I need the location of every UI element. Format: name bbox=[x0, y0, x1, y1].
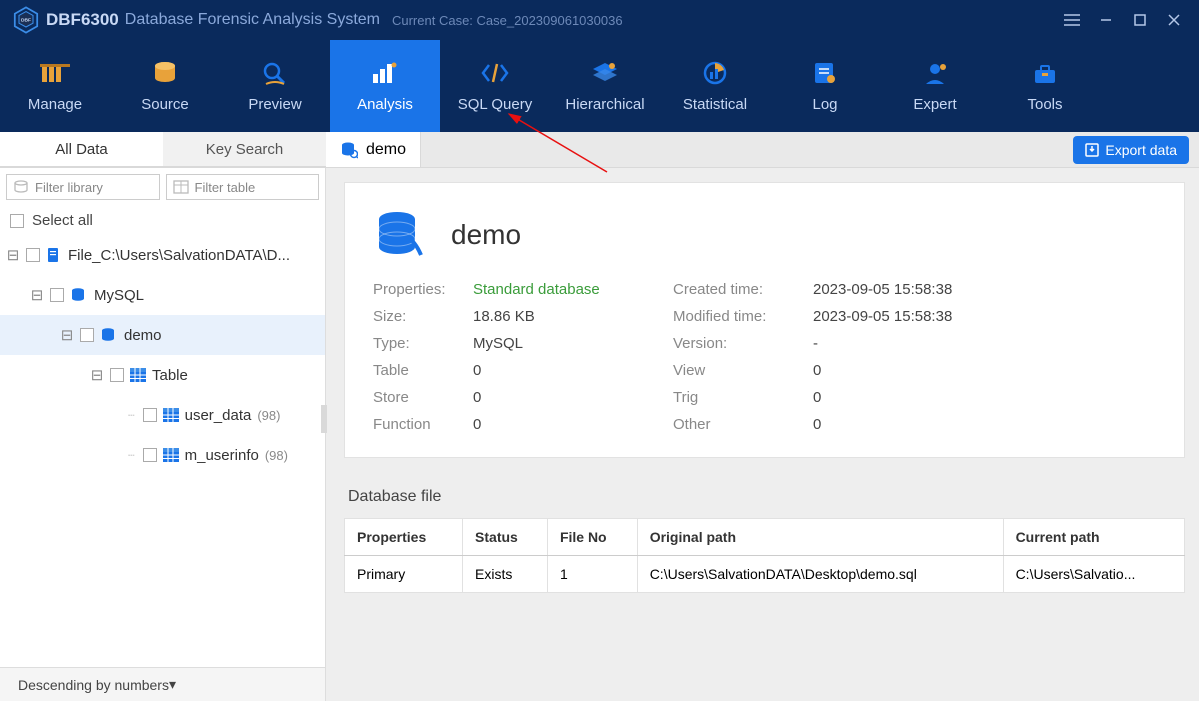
main-content: demo Properties:Standard database Create… bbox=[326, 168, 1199, 701]
checkbox[interactable] bbox=[26, 248, 40, 262]
hamburger-icon[interactable] bbox=[1055, 5, 1089, 35]
filter-library-input[interactable]: Filter library bbox=[6, 174, 160, 200]
table-icon bbox=[130, 368, 146, 382]
maximize-button[interactable] bbox=[1123, 5, 1157, 35]
checkbox[interactable] bbox=[80, 328, 94, 342]
tool-log[interactable]: Log bbox=[770, 40, 880, 132]
sort-dropdown[interactable]: Descending by numbers▾ bbox=[0, 667, 325, 701]
db-info-card: demo Properties:Standard database Create… bbox=[344, 182, 1185, 458]
svg-text:DBF: DBF bbox=[21, 17, 31, 23]
splitter-handle[interactable] bbox=[321, 405, 327, 433]
doctab-label: demo bbox=[366, 141, 406, 159]
database-icon bbox=[100, 327, 118, 343]
tool-tools[interactable]: Tools bbox=[990, 40, 1100, 132]
chevron-down-icon: ▾ bbox=[169, 676, 176, 693]
app-subtitle: Database Forensic Analysis System bbox=[125, 11, 380, 29]
case-label: Current Case: Case_202309061030036 bbox=[392, 13, 623, 28]
files-table: Properties Status File No Original path … bbox=[344, 518, 1185, 593]
main-toolbar: Manage Source Preview Analysis SQL Query… bbox=[0, 40, 1199, 132]
database-icon bbox=[70, 287, 88, 303]
table-row[interactable]: Primary Exists 1 C:\Users\SalvationDATA\… bbox=[345, 556, 1185, 593]
filter-table-input[interactable]: Filter table bbox=[166, 174, 320, 200]
checkbox[interactable] bbox=[50, 288, 64, 302]
collapse-icon[interactable]: ⊟ bbox=[6, 246, 20, 264]
tool-label: Hierarchical bbox=[565, 96, 644, 113]
tool-label: Analysis bbox=[357, 96, 413, 113]
close-button[interactable] bbox=[1157, 5, 1191, 35]
col-fileno[interactable]: File No bbox=[547, 519, 637, 556]
export-data-button[interactable]: Export data bbox=[1073, 136, 1189, 164]
tab-row: All Data Key Search demo Export data bbox=[0, 132, 1199, 168]
table-icon bbox=[173, 180, 189, 194]
db-name: demo bbox=[451, 219, 521, 251]
tool-analysis[interactable]: Analysis bbox=[330, 40, 440, 132]
db-properties: Properties:Standard database Created tim… bbox=[373, 281, 1156, 433]
tree: ⊟ File_C:\Users\SalvationDATA\D... ⊟ MyS… bbox=[0, 235, 325, 667]
tool-source[interactable]: Source bbox=[110, 40, 220, 132]
checkbox[interactable] bbox=[10, 214, 24, 228]
doctab-demo[interactable]: demo bbox=[326, 132, 421, 167]
tool-label: SQL Query bbox=[458, 96, 532, 113]
export-icon bbox=[1085, 143, 1099, 157]
tool-expert[interactable]: Expert bbox=[880, 40, 990, 132]
tree-mysql-node[interactable]: ⊟ MySQL bbox=[0, 275, 325, 315]
col-status[interactable]: Status bbox=[463, 519, 548, 556]
select-all-row[interactable]: Select all bbox=[0, 206, 325, 235]
tool-hierarchical[interactable]: Hierarchical bbox=[550, 40, 660, 132]
sidebar: Filter library Filter table Select all ⊟… bbox=[0, 168, 326, 701]
tree-m-userinfo-node[interactable]: ┄ m_userinfo (98) bbox=[0, 435, 325, 475]
col-original[interactable]: Original path bbox=[637, 519, 1003, 556]
col-properties[interactable]: Properties bbox=[345, 519, 463, 556]
tree-demo-node[interactable]: ⊟ demo bbox=[0, 315, 325, 355]
database-large-icon bbox=[373, 207, 429, 263]
tool-label: Expert bbox=[913, 96, 956, 113]
checkbox[interactable] bbox=[110, 368, 124, 382]
checkbox[interactable] bbox=[143, 448, 157, 462]
titlebar: DBF DBF6300 Database Forensic Analysis S… bbox=[0, 0, 1199, 40]
subtab-key-search[interactable]: Key Search bbox=[163, 132, 326, 167]
tool-preview[interactable]: Preview bbox=[220, 40, 330, 132]
minimize-button[interactable] bbox=[1089, 5, 1123, 35]
checkbox[interactable] bbox=[143, 408, 157, 422]
collapse-icon[interactable]: ⊟ bbox=[90, 366, 104, 384]
tool-label: Tools bbox=[1027, 96, 1062, 113]
files-section-title: Database file bbox=[348, 488, 1185, 506]
tool-label: Manage bbox=[28, 96, 82, 113]
tool-manage[interactable]: Manage bbox=[0, 40, 110, 132]
tree-file-node[interactable]: ⊟ File_C:\Users\SalvationDATA\D... bbox=[0, 235, 325, 275]
table-icon bbox=[163, 448, 179, 462]
tool-label: Log bbox=[812, 96, 837, 113]
col-current[interactable]: Current path bbox=[1003, 519, 1184, 556]
file-icon bbox=[46, 247, 62, 263]
tool-sql-query[interactable]: SQL Query bbox=[440, 40, 550, 132]
tree-table-node[interactable]: ⊟ Table bbox=[0, 355, 325, 395]
app-logo-icon: DBF bbox=[12, 6, 40, 34]
database-icon bbox=[13, 180, 29, 194]
collapse-icon[interactable]: ⊟ bbox=[60, 326, 74, 344]
app-title: DBF6300 bbox=[46, 10, 119, 30]
tool-statistical[interactable]: Statistical bbox=[660, 40, 770, 132]
tool-label: Source bbox=[141, 96, 189, 113]
database-icon bbox=[340, 141, 358, 159]
collapse-icon[interactable]: ⊟ bbox=[30, 286, 44, 304]
subtab-all-data[interactable]: All Data bbox=[0, 132, 163, 167]
tool-label: Statistical bbox=[683, 96, 747, 113]
tool-label: Preview bbox=[248, 96, 301, 113]
tree-user-data-node[interactable]: ┄ user_data (98) bbox=[0, 395, 325, 435]
table-icon bbox=[163, 408, 179, 422]
